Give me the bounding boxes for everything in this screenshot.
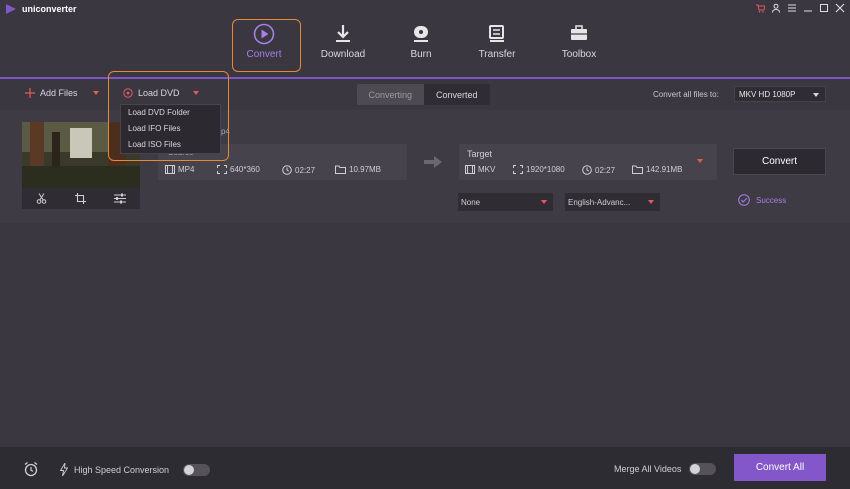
target-size-value: 142.91MB: [646, 165, 683, 174]
target-format: MKV: [465, 165, 495, 174]
tab-converting[interactable]: Converting: [357, 84, 424, 105]
add-files-button[interactable]: Add Files: [25, 88, 99, 98]
tab-download[interactable]: Download: [308, 18, 378, 72]
audio-select[interactable]: English-Advanc...: [565, 193, 660, 211]
scissors-icon[interactable]: [36, 193, 47, 204]
target-size: 142.91MB: [632, 165, 682, 174]
target-resolution-value: 1920*1080: [526, 165, 565, 174]
menu-icon[interactable]: [786, 2, 798, 14]
output-format-value: MKV HD 1080P: [739, 89, 796, 99]
tab-convert[interactable]: Convert: [229, 18, 299, 72]
convert-all-files-label: Convert all files to:: [653, 90, 719, 99]
chevron-down-icon[interactable]: [92, 91, 99, 95]
tab-label: Convert: [246, 49, 282, 60]
add-files-label: Add Files: [40, 88, 78, 98]
high-speed-label: High Speed Conversion: [74, 464, 170, 475]
alarm-clock-icon[interactable]: [23, 461, 39, 477]
folder-icon: [632, 165, 643, 174]
film-icon: [165, 165, 175, 174]
tab-label: Burn: [410, 49, 432, 60]
minimize-icon[interactable]: [802, 2, 814, 14]
toolbox-icon: [571, 25, 587, 40]
plus-icon: [25, 88, 35, 98]
chevron-down-icon[interactable]: [192, 91, 199, 95]
crop-icon[interactable]: [75, 193, 86, 204]
file-name-value: p4: [221, 127, 230, 136]
clock-icon: [582, 165, 592, 175]
merge-toggle[interactable]: [689, 463, 717, 475]
source-duration: 02:27: [282, 165, 315, 175]
source-resolution-value: 640*360: [230, 165, 260, 174]
check-circle-icon: [738, 194, 750, 206]
source-duration-value: 02:27: [295, 165, 316, 175]
source-size-value: 10.97MB: [349, 165, 382, 174]
subtitle-select[interactable]: None: [458, 193, 553, 211]
source-format: MP4: [165, 165, 194, 174]
clock-icon: [282, 165, 292, 175]
target-format-value: MKV: [478, 165, 496, 174]
download-icon: [336, 25, 350, 42]
tab-toolbox[interactable]: Toolbox: [544, 18, 614, 72]
menu-item-load-ifo-files[interactable]: Load IFO Files: [121, 121, 220, 137]
chevron-down-icon: [697, 159, 703, 163]
disc-icon: [414, 26, 428, 42]
high-speed-conversion: High Speed Conversion: [60, 463, 211, 476]
source-size: 10.97MB: [335, 165, 381, 174]
transfer-icon: [489, 25, 504, 42]
effects-icon[interactable]: [114, 193, 126, 204]
user-icon[interactable]: [770, 2, 782, 14]
output-format-select[interactable]: MKV HD 1080P: [734, 86, 826, 102]
tab-transfer[interactable]: Transfer: [462, 18, 532, 72]
source-resolution: 640*360: [217, 165, 260, 174]
app-logo-icon: [6, 4, 16, 14]
file-name: p4: [221, 127, 230, 136]
dvd-icon: [123, 88, 133, 98]
resolution-icon: [513, 165, 523, 174]
play-circle-icon: [253, 23, 275, 45]
source-format-value: MP4: [178, 165, 195, 174]
convert-all-button[interactable]: Convert All: [734, 454, 826, 481]
folder-icon: [335, 165, 346, 174]
load-dvd-label: Load DVD: [138, 88, 180, 98]
chevron-down-icon: [648, 200, 654, 204]
merge-label: Merge All Videos: [614, 464, 682, 474]
status-text: Success: [756, 195, 787, 205]
tab-converted[interactable]: Converted: [423, 84, 490, 105]
tab-label: Transfer: [478, 49, 516, 60]
load-dvd-button[interactable]: Load DVD: [123, 88, 199, 98]
status-badge: Success: [738, 194, 786, 206]
tab-label: Download: [320, 49, 366, 60]
target-format-dropdown[interactable]: [690, 152, 710, 170]
menu-item-load-dvd-folder[interactable]: Load DVD Folder: [121, 105, 220, 121]
film-icon: [465, 165, 475, 174]
app-title: uniconverter: [22, 4, 77, 14]
audio-value: English-Advanc...: [568, 197, 631, 207]
tab-burn[interactable]: Burn: [386, 18, 456, 72]
chevron-down-icon: [541, 200, 547, 204]
target-resolution: 1920*1080: [513, 165, 565, 174]
chevron-down-icon: [813, 93, 819, 97]
load-dvd-menu: Load DVD Folder Load IFO Files Load ISO …: [120, 104, 221, 154]
merge-all-videos: Merge All Videos: [614, 463, 717, 475]
target-duration-value: 02:27: [595, 165, 616, 175]
close-icon[interactable]: [834, 2, 846, 14]
target-duration: 02:27: [582, 165, 615, 175]
window-controls: [754, 2, 846, 14]
target-label: Target: [467, 149, 493, 159]
tab-label: Toolbox: [561, 49, 597, 60]
cart-icon[interactable]: [754, 2, 766, 14]
maximize-icon[interactable]: [818, 2, 830, 14]
menu-item-load-iso-files[interactable]: Load ISO Files: [121, 137, 220, 153]
thumbnail-tools: [22, 188, 140, 209]
resolution-icon: [217, 165, 227, 174]
high-speed-toggle[interactable]: [183, 463, 211, 476]
converting-tabs: Converting Converted: [357, 84, 490, 105]
lightning-icon: [60, 463, 68, 476]
subtitle-value: None: [461, 197, 481, 207]
arrow-right-icon: [424, 156, 442, 168]
convert-button[interactable]: Convert: [733, 148, 826, 175]
